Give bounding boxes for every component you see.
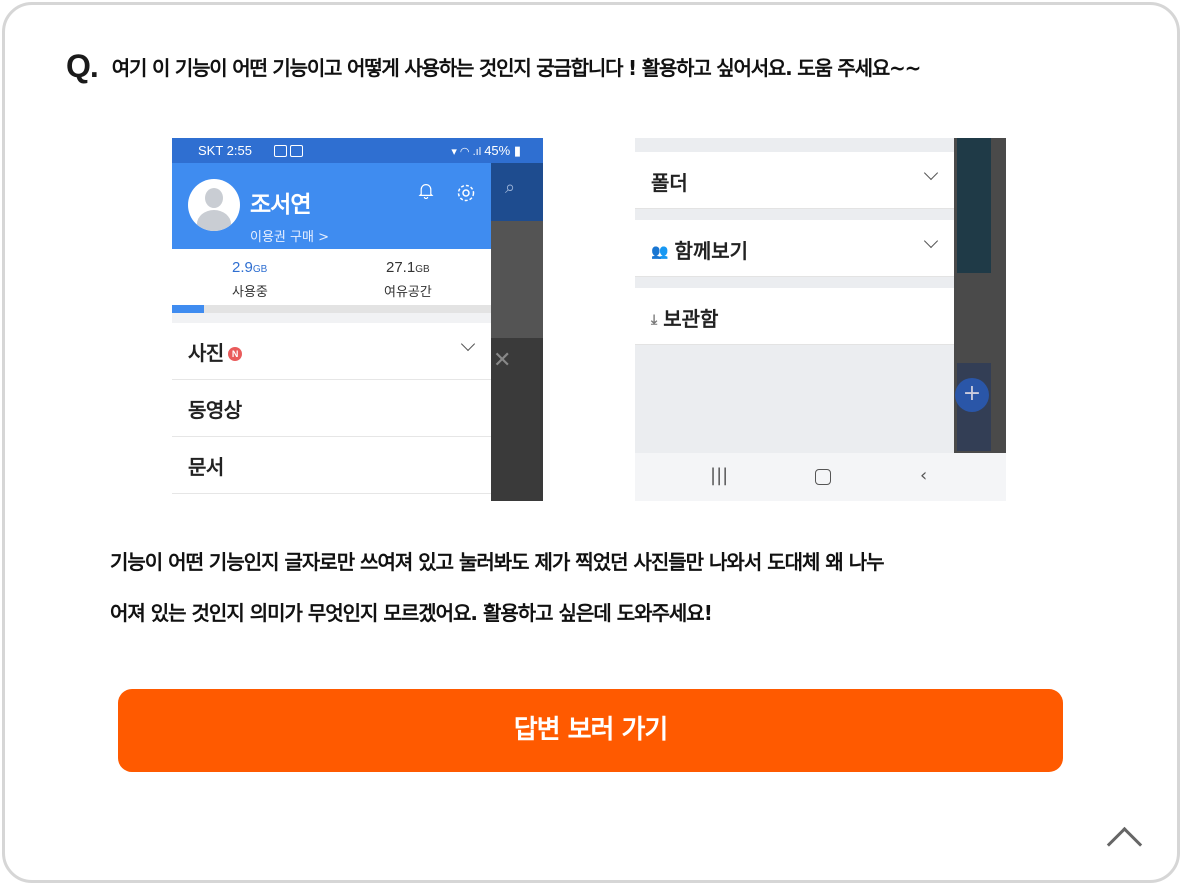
menu-item-shared[interactable]: 👥 함께보기 — [635, 220, 954, 277]
notification-icon — [290, 145, 303, 157]
menu-item-label: 문서 — [188, 455, 224, 479]
dimmed-photo — [957, 138, 991, 273]
status-carrier-time: SKT 2:55 — [198, 143, 252, 158]
profile-name: 조서연 — [250, 192, 311, 218]
question-title: 여기 이 기능이 어떤 기능이고 어떻게 사용하는 것인지 궁금합니다 ! 활용… — [111, 56, 922, 80]
system-nav-bar: ||| ‹ — [635, 453, 1006, 501]
menu-item-folder[interactable]: 폴더 — [635, 152, 954, 209]
screenshot-left: SKT 2:55 ▾ ◠ .ıl 45% ▮ ⌕ ✕ 조서연 이용권 구매 > … — [172, 138, 543, 501]
menu-item-label: 사진 N — [188, 337, 242, 366]
description-line-1: 기능이 어떤 기능인지 글자로만 쓰여져 있고 눌러봐도 제가 찍었던 사진들만… — [110, 550, 885, 574]
storage-summary: 2.9GB 사용중 27.1GB 여유공간 — [172, 249, 491, 307]
screenshot-right: + 폴더 👥 함께보기 ⤓ 보관함 ||| ‹ — [635, 138, 1006, 501]
view-answer-button[interactable]: 답변 보러 가기 — [118, 689, 1063, 772]
profile-header: 조서연 이용권 구매 > — [172, 163, 491, 249]
back-icon[interactable]: ‹ — [920, 465, 927, 486]
chevron-down-icon[interactable] — [460, 336, 476, 352]
gallery-icon — [274, 145, 287, 157]
chevron-down-icon[interactable] — [923, 165, 939, 181]
free-storage: 27.1GB — [386, 259, 430, 276]
question-mark: Q. — [66, 48, 99, 84]
gear-icon[interactable] — [456, 183, 476, 203]
dimmed-header: ⌕ — [491, 163, 543, 221]
storage-progress-bar — [172, 305, 491, 313]
search-icon: ⌕ — [505, 177, 516, 198]
menu-item-label: ⤓ 보관함 — [651, 307, 719, 331]
menu-item-photos[interactable]: 사진 N — [172, 323, 491, 380]
question-header: Q. 여기 이 기능이 어떤 기능이고 어떻게 사용하는 것인지 궁금합니다 !… — [66, 48, 922, 85]
divider — [172, 313, 491, 323]
avatar — [188, 179, 240, 231]
bell-icon[interactable] — [418, 183, 434, 199]
free-label: 여유공간 — [384, 285, 432, 300]
used-storage: 2.9GB — [232, 259, 268, 276]
status-bar: SKT 2:55 ▾ ◠ .ıl 45% ▮ — [172, 138, 543, 163]
storage-progress-fill — [172, 305, 204, 313]
menu-item-label: 동영상 — [188, 398, 242, 422]
buy-pass-link[interactable]: 이용권 구매 > — [250, 226, 329, 245]
chevron-down-icon[interactable] — [923, 233, 939, 249]
menu-item-archive[interactable]: ⤓ 보관함 — [635, 288, 954, 345]
menu-item-label: 👥 함께보기 — [651, 239, 749, 263]
new-badge: N — [227, 347, 242, 361]
download-icon: ⤓ — [651, 312, 658, 328]
home-icon[interactable] — [815, 469, 831, 485]
dimmed-photo: ✕ — [491, 338, 543, 501]
add-fab-icon: + — [955, 378, 989, 412]
people-icon: 👥 — [651, 244, 669, 260]
status-battery: ▾ ◠ .ıl 45% ▮ — [451, 143, 521, 158]
menu-item-label: 폴더 — [651, 171, 688, 195]
description-line-2: 어져 있는 것인지 의미가 무엇인지 모르겠어요. 활용하고 싶은데 도와주세요… — [110, 601, 713, 625]
dimmed-photo: + — [955, 363, 991, 451]
menu-item-videos[interactable]: 동영상 — [172, 380, 491, 437]
menu-item-documents[interactable]: 문서 — [172, 437, 491, 494]
recent-apps-icon[interactable]: ||| — [710, 465, 728, 486]
close-icon: ✕ — [493, 348, 512, 373]
used-label: 사용중 — [232, 285, 268, 300]
